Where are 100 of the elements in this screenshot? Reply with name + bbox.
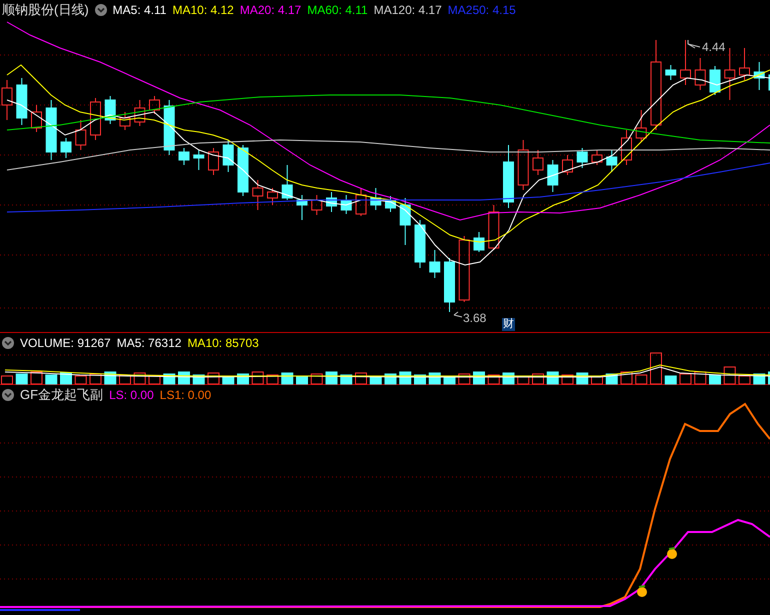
candlestick	[46, 100, 57, 160]
candlestick	[503, 144, 514, 208]
fruit-icon	[667, 547, 677, 559]
candlestick	[414, 220, 426, 268]
indicator-value: MA120: 4.17	[374, 3, 442, 17]
candlestick	[576, 148, 588, 168]
candlestick	[562, 154, 573, 176]
volume-bar	[208, 372, 220, 384]
candlestick	[724, 48, 736, 100]
collapse-icon[interactable]	[2, 389, 14, 401]
candlestick	[356, 188, 366, 216]
candlestick	[60, 138, 72, 158]
volume-bar	[620, 372, 632, 384]
leader-line	[688, 40, 700, 48]
candlestick	[474, 232, 484, 252]
volume-bar	[517, 376, 530, 384]
indicator-value: MA250: 4.15	[448, 3, 516, 17]
volume-bar	[340, 374, 352, 384]
candlestick	[532, 150, 544, 176]
candlestick	[621, 130, 632, 166]
volume-bar	[694, 372, 706, 384]
candlestick	[754, 62, 765, 90]
candlestick	[385, 196, 396, 212]
candlestick	[429, 250, 440, 278]
volume-bar	[355, 372, 367, 384]
candlestick	[222, 140, 234, 172]
candlestick	[680, 40, 691, 86]
volume-bar	[148, 376, 160, 384]
volume-bar	[90, 374, 102, 384]
candlestick	[547, 160, 558, 192]
volume-bar	[252, 372, 264, 384]
volume-bar	[664, 376, 677, 384]
candlestick	[120, 112, 130, 130]
candlestick	[164, 100, 175, 156]
candlestick	[104, 96, 116, 124]
volume-bar	[650, 352, 662, 384]
collapse-icon[interactable]	[2, 337, 14, 349]
fruit-icon	[637, 585, 647, 597]
leader-line	[454, 312, 462, 318]
candlestick	[400, 198, 411, 246]
candlestick	[488, 204, 500, 250]
candlestick	[444, 258, 455, 312]
candlestick	[326, 192, 337, 212]
candlestick	[193, 150, 204, 170]
volume-bar	[709, 374, 721, 384]
candlestick	[178, 148, 190, 166]
volume-bar	[237, 374, 249, 384]
candlestick	[208, 148, 219, 176]
candlestick	[282, 164, 293, 200]
low-price-label: 3.68	[463, 311, 486, 325]
volume-bar	[119, 374, 131, 384]
volume-bar	[281, 372, 294, 384]
chart-title: 顺钠股份(日线)	[2, 3, 89, 17]
candlestick	[2, 80, 12, 120]
indicator-value: MA5: 4.11	[112, 3, 166, 17]
candlestick	[340, 194, 352, 214]
high-price-label: 4.44	[702, 40, 726, 54]
candlestick	[296, 194, 308, 220]
volume-bar	[724, 366, 736, 384]
indicator-value: MA5: 76312	[116, 336, 182, 350]
volume-bar	[488, 374, 500, 384]
candlestick	[90, 98, 101, 140]
candlestick	[370, 188, 382, 210]
volume-bar	[16, 374, 28, 384]
collapse-icon[interactable]	[94, 4, 107, 16]
volume-bar	[60, 372, 72, 384]
volume-bar	[458, 374, 470, 384]
volume-bar	[310, 374, 323, 384]
candlestick	[149, 96, 160, 114]
indicator-value: MA60: 4.11	[307, 3, 368, 17]
candlestick	[518, 140, 529, 190]
volume-bar	[562, 374, 574, 384]
candlestick	[311, 194, 322, 216]
candlestick	[16, 78, 28, 126]
candlestick	[739, 48, 750, 80]
indicator-value: MA10: 85703	[187, 336, 259, 350]
volume-bar	[326, 372, 338, 384]
candlestick	[665, 64, 676, 80]
candlestick	[458, 236, 470, 302]
candlestick	[31, 104, 42, 132]
candlestick	[606, 150, 618, 172]
indicator-value: MA10: 4.12	[172, 3, 234, 17]
volume-bar	[266, 374, 278, 384]
volume-bar	[738, 376, 750, 384]
candlestick	[238, 144, 248, 196]
volume-bar	[532, 374, 544, 384]
indicator-value: LS: 0.00	[109, 388, 154, 402]
indicator-value: LS1: 0.00	[160, 388, 212, 402]
candlestick	[592, 150, 602, 166]
volume-bar	[591, 376, 603, 384]
candlestick	[710, 66, 720, 96]
volume-bar	[45, 374, 58, 384]
candlestick	[252, 180, 264, 210]
volume-bar	[680, 374, 692, 384]
indicator-title: GF金龙起飞副	[20, 388, 104, 402]
candlestick	[694, 58, 706, 90]
indicator-value: MA20: 4.17	[240, 3, 302, 17]
finance-badge[interactable]: 财	[502, 318, 515, 331]
volume-bar	[30, 372, 42, 384]
candlestick	[75, 120, 86, 150]
